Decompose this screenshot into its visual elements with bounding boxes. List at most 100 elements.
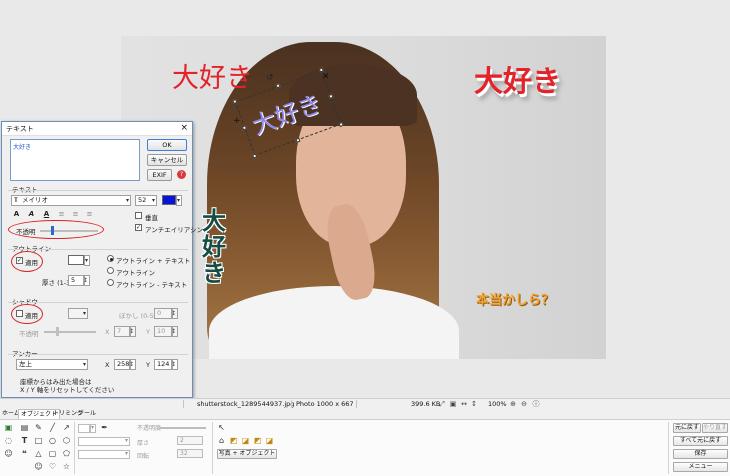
send-backward-icon[interactable]: ◩ xyxy=(253,436,262,445)
tab-tools[interactable]: ツール xyxy=(76,409,98,419)
shadow-y-input[interactable]: 10 xyxy=(154,326,172,337)
bring-front-icon[interactable]: ◪ xyxy=(241,436,250,445)
highlight-circle xyxy=(11,304,43,324)
anchor-y-spinner[interactable]: ↕ xyxy=(172,359,178,370)
shadow-color-select[interactable]: ▾ xyxy=(68,308,88,319)
outline-option-radio[interactable] xyxy=(107,255,114,262)
menu-button[interactable]: メニュー xyxy=(673,462,728,472)
star-tool-icon[interactable]: ☆ xyxy=(62,462,71,471)
save-button[interactable]: 保存 xyxy=(673,449,728,459)
text-tool-icon[interactable]: T xyxy=(20,436,29,445)
slider-thumb[interactable] xyxy=(56,327,59,336)
resize-handle[interactable] xyxy=(241,125,247,131)
frame-tool-icon[interactable]: ▢ xyxy=(48,449,57,458)
text-object-red-right[interactable]: 大好き xyxy=(474,58,561,100)
shadow-x-spinner[interactable]: ↕ xyxy=(130,326,136,337)
color-dropdown[interactable]: ▾ xyxy=(90,424,96,433)
move-handle-icon[interactable]: + xyxy=(233,116,241,126)
antialias-checkbox[interactable]: ✓ xyxy=(135,224,142,231)
outline-color-swatch[interactable] xyxy=(68,255,84,265)
info-icon[interactable]: ⓘ xyxy=(532,400,540,408)
anchor-y-input[interactable]: 124 xyxy=(154,359,172,370)
underline-icon[interactable]: A xyxy=(42,210,51,219)
shadow-blur-input[interactable]: 0 xyxy=(154,308,172,319)
quote-tool-icon[interactable]: ❝ xyxy=(20,449,29,458)
cancel-button[interactable]: キャンセル xyxy=(147,154,187,166)
delete-icon[interactable]: ⌂ xyxy=(217,436,226,445)
exif-button[interactable]: EXIF xyxy=(147,169,172,181)
ok-button[interactable]: OK xyxy=(147,139,187,151)
anchor-x-spinner[interactable]: ↕ xyxy=(130,359,136,370)
align-left-icon[interactable]: ≡ xyxy=(57,210,66,219)
bring-forward-icon[interactable]: ◩ xyxy=(229,436,238,445)
close-icon[interactable]: × xyxy=(180,123,188,133)
sticker-tool-icon[interactable]: ☺ xyxy=(4,449,13,458)
zoom-in-icon[interactable]: ⊕ xyxy=(509,400,517,408)
line-style-select[interactable]: ▾ xyxy=(78,450,130,459)
undo-all-button[interactable]: すべて元に戻す xyxy=(673,436,728,446)
triangle-tool-icon[interactable]: △ xyxy=(34,449,43,458)
rotate-handle-icon[interactable]: ↺ xyxy=(266,73,274,83)
fit-height-icon[interactable]: ↕ xyxy=(470,400,478,408)
shadow-opacity-slider[interactable] xyxy=(44,327,96,336)
object-opacity-slider[interactable] xyxy=(160,427,206,429)
vertical-checkbox[interactable] xyxy=(135,212,142,219)
smile-tool-icon[interactable]: ☺ xyxy=(34,462,43,471)
text-object-orange[interactable]: 本当かしら？ xyxy=(476,289,554,308)
text-object-vertical[interactable]: 大 好 き xyxy=(202,208,226,286)
heart-tool-icon[interactable]: ♡ xyxy=(48,462,57,471)
photo-object-button[interactable]: 写真 + オブジェクト xyxy=(217,449,277,459)
text-object-red-left[interactable]: 大好き xyxy=(172,56,253,95)
send-back-icon[interactable]: ◪ xyxy=(265,436,274,445)
text-box-tool-icon[interactable]: ▤ xyxy=(20,423,29,432)
anchor-x-input[interactable]: 258 xyxy=(114,359,130,370)
color-select[interactable] xyxy=(78,424,90,433)
pen-tool-icon[interactable]: ✎ xyxy=(34,423,43,432)
resize-handle[interactable] xyxy=(232,98,238,105)
font-size-select[interactable]: 52 ▾ xyxy=(135,195,157,206)
arrow-tool-icon[interactable]: ↗ xyxy=(62,423,71,432)
select-cursor-icon[interactable]: ↖ xyxy=(217,423,226,432)
resize-handle[interactable] xyxy=(275,83,281,89)
thickness-input[interactable]: 2 xyxy=(177,436,203,445)
undo-button[interactable]: 元に戻す xyxy=(673,423,701,433)
outline-option-radio[interactable] xyxy=(107,267,114,274)
rotation-input[interactable]: 32 xyxy=(177,449,203,458)
balloon-tool-icon[interactable]: ◌ xyxy=(4,436,13,445)
delete-handle-icon[interactable]: ✕ xyxy=(322,72,330,82)
line-tool-icon[interactable]: ╱ xyxy=(48,423,57,432)
spinner-icon: ↕ xyxy=(173,327,176,336)
shadow-y-spinner[interactable]: ↕ xyxy=(172,326,178,337)
fit-width-icon[interactable]: ↔ xyxy=(460,400,468,408)
chevron-down-icon: ▾ xyxy=(151,197,155,204)
italic-icon[interactable]: A xyxy=(27,210,36,219)
outline-color-dropdown[interactable]: ▾ xyxy=(84,255,90,266)
bold-icon[interactable]: A xyxy=(12,210,21,219)
align-center-icon[interactable]: ≡ xyxy=(71,210,80,219)
hexagon-tool-icon[interactable]: ⬡ xyxy=(62,436,71,445)
divider xyxy=(212,422,213,474)
fit-screen-icon[interactable]: ⤢ xyxy=(438,400,446,408)
outline-width-spinner[interactable]: ↕ xyxy=(84,275,90,286)
align-right-icon[interactable]: ≡ xyxy=(85,210,94,219)
zoom-out-icon[interactable]: ⊖ xyxy=(520,400,528,408)
image-tool-icon[interactable]: ▣ xyxy=(4,423,13,432)
shadow-x-input[interactable]: 7 xyxy=(114,326,130,337)
anchor-select[interactable]: 左上 ▾ xyxy=(16,359,88,370)
help-icon[interactable]: ? xyxy=(177,170,186,179)
pentagon-tool-icon[interactable]: ⬠ xyxy=(62,449,71,458)
actual-size-icon[interactable]: ▣ xyxy=(449,400,457,408)
eyedropper-icon[interactable]: ✒ xyxy=(100,423,109,432)
ellipse-tool-icon[interactable]: ○ xyxy=(48,436,57,445)
text-color-dropdown[interactable]: ▾ xyxy=(176,195,182,206)
text-color-swatch[interactable] xyxy=(162,195,176,205)
rectangle-tool-icon[interactable]: □ xyxy=(34,436,43,445)
shadow-blur-spinner[interactable]: ↕ xyxy=(172,308,178,319)
spinner-icon: ↕ xyxy=(85,276,88,285)
redo-button[interactable]: やり直す xyxy=(702,423,728,433)
text-input[interactable]: 大好き xyxy=(10,139,140,181)
outline-option-radio[interactable] xyxy=(107,279,114,286)
style-select[interactable]: ▾ xyxy=(78,437,130,446)
font-select[interactable]: 𝐓 メイリオ ▾ xyxy=(11,195,131,206)
outline-width-input[interactable]: 5 xyxy=(68,275,84,286)
